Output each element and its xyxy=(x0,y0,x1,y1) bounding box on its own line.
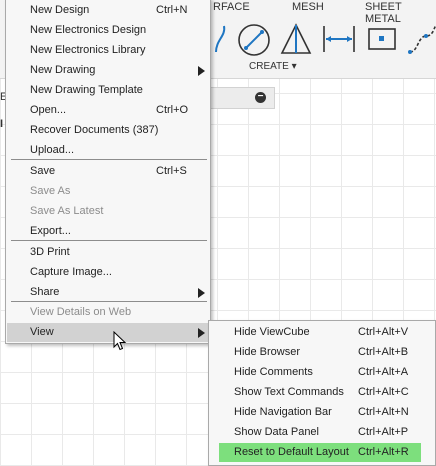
curve-icon[interactable] xyxy=(408,22,436,56)
menu-item-label: Save xyxy=(30,165,56,177)
menu-item-label: Save As Latest xyxy=(30,205,104,217)
menu-item-label: 3D Print xyxy=(30,246,70,258)
menu-item-new-drawing-template[interactable]: New Drawing Template xyxy=(7,81,209,100)
menu-item-shortcut: Ctrl+S xyxy=(156,165,187,177)
submenu-item-label: Reset to Default Layout xyxy=(234,446,349,458)
submenu-arrow-icon xyxy=(198,66,205,76)
circle-icon[interactable] xyxy=(236,22,272,58)
menu-item-new-electronics-design[interactable]: New Electronics Design xyxy=(7,21,209,40)
menu-item-label: View Details on Web xyxy=(30,306,132,318)
menu-item-label: View xyxy=(30,326,54,338)
menu-item-save-as: Save As xyxy=(7,182,209,201)
menu-item-label: New Electronics Library xyxy=(30,44,146,56)
menu-item-save-as-latest: Save As Latest xyxy=(7,202,209,221)
menu-item-3d-print[interactable]: 3D Print xyxy=(7,243,209,262)
menu-item-label: Save As xyxy=(30,185,71,197)
submenu-item-hide-viewcube[interactable]: Hide ViewCube Ctrl+Alt+V xyxy=(211,323,433,342)
submenu-item-shortcut: Ctrl+Alt+P xyxy=(358,426,409,438)
submenu-item-hide-browser[interactable]: Hide Browser Ctrl+Alt+B xyxy=(211,343,433,362)
rectangle-icon[interactable] xyxy=(366,22,398,56)
submenu-item-shortcut: Ctrl+Alt+C xyxy=(358,386,409,398)
submenu-arrow-icon xyxy=(198,288,205,298)
submenu-item-shortcut: Ctrl+Alt+B xyxy=(358,346,409,358)
file-menu: New Design Ctrl+N New Electronics Design… xyxy=(5,0,211,344)
submenu-item-show-text-commands[interactable]: Show Text Commands Ctrl+Alt+C xyxy=(211,383,433,402)
submenu-arrow-icon xyxy=(198,328,205,338)
menu-separator xyxy=(11,159,207,160)
submenu-item-shortcut: Ctrl+Alt+N xyxy=(358,406,409,418)
menu-separator xyxy=(11,240,207,241)
triangle-icon[interactable] xyxy=(280,22,312,56)
menu-item-label: Open... xyxy=(30,104,67,116)
menu-separator xyxy=(11,301,207,302)
menu-item-new-design[interactable]: New Design Ctrl+N xyxy=(7,1,209,20)
submenu-item-label: Hide Browser xyxy=(234,346,301,358)
menu-item-label: New Drawing Template xyxy=(30,84,143,96)
menu-item-label: Export... xyxy=(30,225,71,237)
create-dropdown[interactable]: CREATE ▾ xyxy=(249,61,297,72)
submenu-item-hide-navigation-bar[interactable]: Hide Navigation Bar Ctrl+Alt+N xyxy=(211,403,433,422)
menu-item-export[interactable]: Export... xyxy=(7,222,209,241)
menu-item-label: Capture Image... xyxy=(30,266,112,278)
submenu-item-show-data-panel[interactable]: Show Data Panel Ctrl+Alt+P xyxy=(211,423,433,442)
dimension-icon[interactable] xyxy=(321,22,357,56)
menu-item-save[interactable]: Save Ctrl+S xyxy=(7,162,209,181)
menu-item-upload[interactable]: Upload... xyxy=(7,141,209,160)
menu-item-label: Upload... xyxy=(30,144,75,156)
submenu-item-shortcut: Ctrl+Alt+A xyxy=(358,366,409,378)
menu-item-capture-image[interactable]: Capture Image... xyxy=(7,263,209,282)
view-submenu: Hide ViewCube Ctrl+Alt+V Hide Browser Ct… xyxy=(208,320,436,466)
menu-item-label: Recover Documents (387) xyxy=(30,124,159,136)
menu-item-shortcut: Ctrl+N xyxy=(156,4,188,16)
spline-icon[interactable] xyxy=(212,22,228,56)
menu-item-new-drawing[interactable]: New Drawing xyxy=(7,61,209,80)
menu-item-view[interactable]: View xyxy=(7,323,209,342)
menu-item-view-details-on-web: View Details on Web xyxy=(7,303,209,322)
submenu-item-label: Show Data Panel xyxy=(234,426,319,438)
menu-item-label: New Electronics Design xyxy=(30,24,147,36)
menu-item-label: Share xyxy=(30,286,60,298)
menu-item-label: New Design xyxy=(30,4,90,16)
submenu-item-reset-to-default-layout[interactable]: Reset to Default Layout Ctrl+Alt+R xyxy=(219,443,421,462)
left-panel-fragment-2: I xyxy=(0,118,4,130)
submenu-item-shortcut: Ctrl+Alt+V xyxy=(358,326,409,338)
submenu-item-label: Hide ViewCube xyxy=(234,326,310,338)
menu-item-recover-documents[interactable]: Recover Documents (387) xyxy=(7,121,209,140)
collapse-icon[interactable]: − xyxy=(255,92,266,103)
submenu-item-label: Show Text Commands xyxy=(234,386,344,398)
tab-mesh[interactable]: MESH xyxy=(292,1,324,13)
tab-surface[interactable]: RFACE xyxy=(213,1,250,13)
submenu-item-label: Hide Navigation Bar xyxy=(234,406,332,418)
menu-item-new-electronics-library[interactable]: New Electronics Library xyxy=(7,41,209,60)
submenu-item-hide-comments[interactable]: Hide Comments Ctrl+Alt+A xyxy=(211,363,433,382)
menu-item-shortcut: Ctrl+O xyxy=(156,104,189,116)
submenu-item-shortcut: Ctrl+Alt+R xyxy=(358,446,409,458)
menu-item-share[interactable]: Share xyxy=(7,283,209,302)
menu-item-label: New Drawing xyxy=(30,64,96,76)
mouse-cursor-icon xyxy=(113,331,127,351)
menu-item-open[interactable]: Open... Ctrl+O xyxy=(7,101,209,120)
submenu-item-label: Hide Comments xyxy=(234,366,313,378)
